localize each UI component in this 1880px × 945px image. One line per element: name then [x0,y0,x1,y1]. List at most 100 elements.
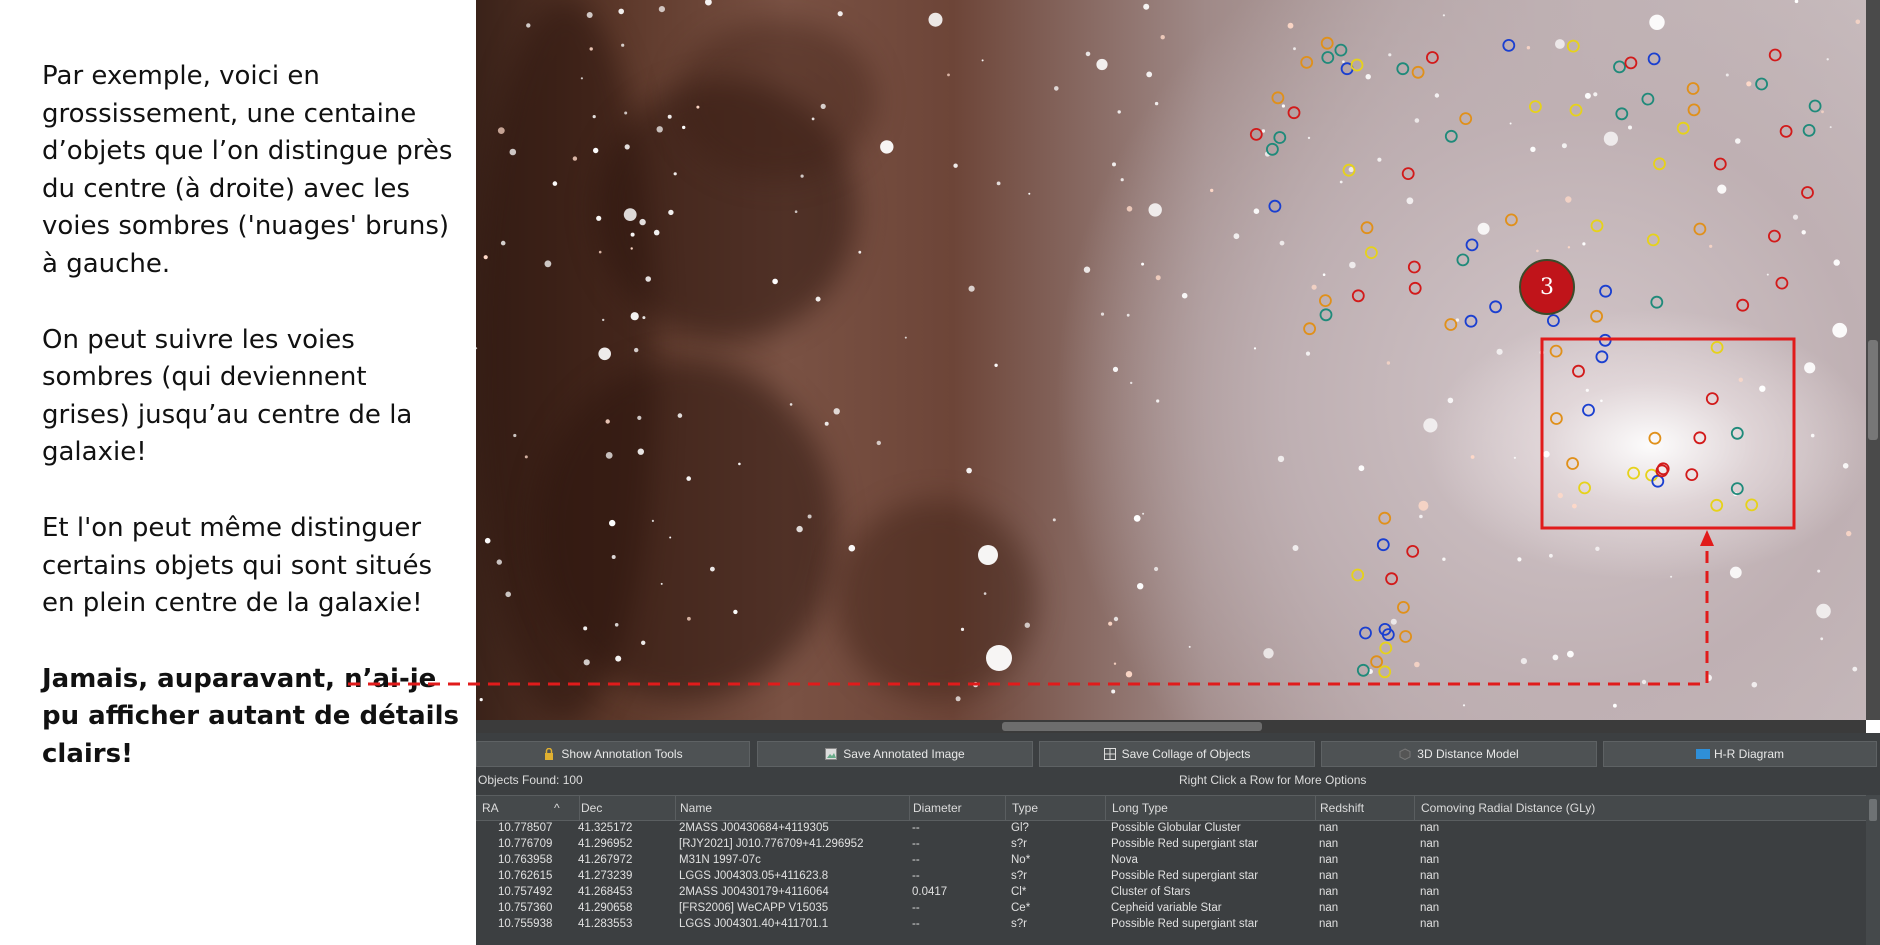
star [1096,58,1108,71]
table-row[interactable]: 10.757360 41.290658 [FRS2006] WeCAPP V1503… [476,901,1866,917]
image-viewer[interactable]: 3 [476,0,1880,720]
star [1113,616,1119,622]
table-row[interactable]: 10.757492 41.268453 2MASS J00430179+411606… [476,885,1866,901]
star [1419,514,1423,519]
show-annotation-tools-button[interactable]: Show Annotation Tools [476,741,750,767]
star [1582,242,1586,246]
star [642,316,646,320]
3d-distance-model-button[interactable]: 3D Distance Model [1321,741,1597,767]
star [1146,71,1153,78]
star [1155,275,1161,281]
viewer-horizontal-scrollbar[interactable] [476,720,1866,733]
cell-name: 2MASS J00430684+4119305 [679,822,829,834]
annotation-circle [1426,51,1439,64]
star [1746,81,1752,87]
star [1477,222,1490,235]
cell-distance: nan [1420,870,1440,882]
star [1210,188,1214,193]
scroll-thumb[interactable] [1002,722,1262,731]
star [605,419,610,424]
cell-diameter: -- [912,854,920,866]
cell-name: [RJY2021] J010.776709+41.296952 [679,838,864,850]
star [621,43,625,47]
viewer-vertical-scrollbar[interactable] [1866,0,1880,720]
annotation-circle [1730,482,1744,496]
star [614,623,619,627]
results-panel: Show Annotation Tools Save Annotated Ima… [476,733,1880,945]
cell-dec: 41.283553 [578,918,633,930]
star [1233,233,1240,240]
annotation-circle [1356,663,1370,677]
column-header-ra[interactable]: RA [482,801,499,815]
annotation-circle [1779,124,1793,138]
star [1794,0,1799,4]
star [1855,19,1861,25]
star [1832,322,1848,338]
star [598,347,611,361]
column-header-distance[interactable]: Comoving Radial Distance (GLy) [1421,801,1595,815]
cell-ra: 10.763958 [498,854,553,866]
save-collage-button[interactable]: Save Collage of Objects [1039,741,1315,767]
annotation-circle [1590,309,1603,323]
star [1801,230,1806,235]
star [1292,545,1299,551]
star [986,645,1012,671]
star [1126,313,1130,317]
annotation-circle [1569,103,1583,117]
column-header-diameter[interactable]: Diameter [913,801,962,815]
cell-name: [FRS2006] WeCAPP V15035 [679,902,829,914]
column-header-dec[interactable]: Dec [581,801,602,815]
table-row[interactable]: 10.778507 41.325172 2MASS J00430684+411930… [476,821,1866,837]
table-row[interactable]: 10.776709 41.296952 [RJY2021] J010.776709+… [476,837,1866,853]
scroll-thumb[interactable] [1868,340,1878,440]
star [1766,273,1769,276]
annotation-circle [1351,568,1365,582]
highlight-box [1540,337,1796,530]
hr-diagram-button[interactable]: H-R Diagram [1603,741,1877,767]
star [656,126,663,133]
cell-distance: nan [1420,886,1440,898]
scroll-thumb[interactable] [1869,799,1877,821]
annotation-circle [1319,294,1332,308]
star [705,0,712,6]
star [1565,196,1572,203]
column-header-redshift[interactable]: Redshift [1320,801,1364,815]
star [1833,259,1840,266]
annotation-circle [1378,511,1392,525]
annotation-circle [1745,498,1759,512]
star [1549,553,1553,558]
toolbar: Show Annotation Tools Save Annotated Ima… [476,737,1880,767]
annotation-circle [1407,260,1421,274]
annotation-circle [1268,199,1282,213]
annotation-circle [1376,538,1390,552]
annotation-circle [1572,364,1585,378]
annotation-circle [1273,131,1287,144]
annotation-circle [1378,665,1392,679]
cell-redshift: nan [1319,918,1339,930]
star [1112,162,1116,167]
star [876,440,881,446]
star [641,640,646,645]
table-row[interactable]: 10.763958 41.267972 M31N 1997-07c -- No* Nova… [476,853,1866,869]
star [651,519,654,523]
star [1442,557,1446,561]
star [611,555,616,559]
cell-ra: 10.762615 [498,870,553,882]
column-header-type[interactable]: Type [1012,801,1038,815]
star [677,413,683,418]
annotation-circle [1465,238,1479,252]
star [1125,671,1133,678]
table-row[interactable]: 10.755938 41.283553 LGGS J004301.40+411701… [476,917,1866,933]
cell-diameter: -- [912,838,920,850]
sort-ascending-icon[interactable]: ^ [554,801,560,815]
table-row[interactable]: 10.762615 41.273239 LGGS J004303.05+411623… [476,869,1866,885]
star [583,626,588,631]
column-header-long-type[interactable]: Long Type [1112,801,1168,815]
save-annotated-image-button[interactable]: Save Annotated Image [757,741,1033,767]
column-header-name[interactable]: Name [680,801,712,815]
table-vertical-scrollbar[interactable] [1866,795,1880,945]
annotation-circle [1401,167,1415,181]
star [794,210,798,213]
star [1181,292,1188,299]
annotation-circle [1444,318,1458,331]
